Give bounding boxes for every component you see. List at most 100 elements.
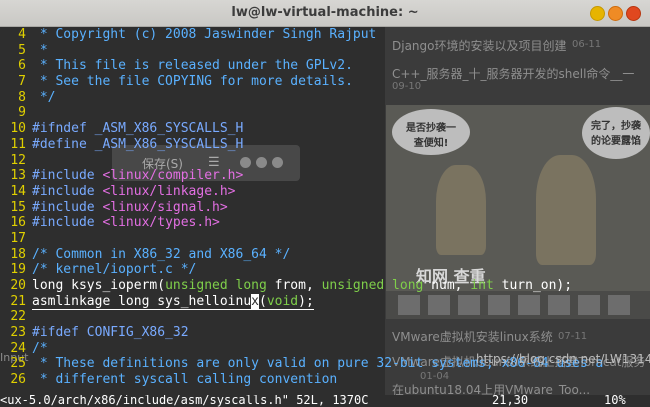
close-icon[interactable] [626, 6, 641, 21]
line-number: 21 [10, 293, 26, 309]
line-number: 24 [10, 340, 26, 356]
line-content: #ifndef _ASM_X86_SYSCALLS_H [32, 121, 243, 136]
line-number: 6 [18, 58, 26, 74]
code-token: #include [32, 183, 103, 199]
line-number: 13 [10, 168, 26, 184]
code-token: #ifndef _ASM_X86_SYSCALLS_H [32, 121, 244, 137]
code-token: #define _ASM_X86_SYSCALLS_H [32, 136, 244, 152]
code-token: /* [32, 340, 48, 356]
line-content: asmlinkage long sys_helloinux(void); [32, 293, 314, 310]
code-line[interactable]: 9 [0, 105, 650, 121]
line-number: 12 [10, 152, 26, 168]
status-file: <ux-5.0/arch/x86/include/asm/syscalls.h"… [0, 395, 369, 407]
code-line[interactable]: 19 /* kernel/ioport.c */ [0, 262, 650, 278]
status-percent: 10% [604, 395, 626, 407]
code-line[interactable]: 6 * This file is released under the GPLv… [0, 58, 650, 74]
line-number: 22 [10, 309, 26, 325]
code-token: from, [266, 278, 322, 293]
code-token: <linux/signal.h> [102, 199, 228, 215]
code-token: /* kernel/ioport.c */ [32, 262, 197, 278]
code-token: ); [298, 293, 314, 309]
line-content: /* Common in X86_32 and X86_64 */ [32, 247, 290, 262]
code-token: asmlinkage long sys_helloinu [32, 293, 252, 309]
line-content: #include <linux/linkage.h> [32, 184, 236, 199]
code-line[interactable]: 4 * Copyright (c) 2008 Jaswinder Singh R… [0, 27, 650, 43]
line-number: 15 [10, 199, 26, 215]
code-token: <linux/types.h> [102, 215, 220, 231]
code-line[interactable]: 18 /* Common in X86_32 and X86_64 */ [0, 247, 650, 263]
code-line[interactable]: 17 [0, 231, 650, 247]
status-cursor-position: 21,30 [492, 395, 529, 407]
code-token: <linux/compiler.h> [102, 168, 244, 184]
line-number: 17 [10, 230, 26, 246]
code-token: */ [32, 89, 56, 105]
code-line[interactable]: 10 #ifndef _ASM_X86_SYSCALLS_H [0, 121, 650, 137]
code-token: unsigned long [321, 278, 424, 293]
code-token: #ifdef CONFIG_X86_32 [32, 325, 189, 341]
line-content: * Copyright (c) 2008 Jaswinder Singh Raj… [32, 27, 377, 42]
code-token: #include [32, 215, 103, 231]
line-number: 20 [10, 278, 26, 293]
line-number: 7 [18, 74, 26, 90]
code-token: * different syscall calling convention [32, 372, 338, 388]
code-token: * See the file COPYING for more details. [32, 74, 353, 90]
maximize-icon[interactable] [608, 6, 623, 21]
line-number: 14 [10, 183, 26, 199]
line-content: #include <linux/signal.h> [32, 200, 228, 215]
vim-code-view[interactable]: 4 * Copyright (c) 2008 Jaswinder Singh R… [0, 27, 650, 388]
code-token: long ksys_ioperm( [32, 278, 166, 293]
code-line[interactable]: 7 * See the file COPYING for more detail… [0, 74, 650, 90]
code-token: /* Common in X86_32 and X86_64 */ [32, 246, 291, 262]
code-token: #include [32, 199, 103, 215]
line-content: */ [32, 89, 56, 105]
line-number: 10 [10, 121, 26, 137]
code-token: void [266, 293, 299, 309]
code-token: num, [423, 278, 471, 293]
code-token: <linux/linkage.h> [102, 183, 236, 199]
code-token: * Copyright (c) 2008 Jaswinder Singh Raj… [32, 27, 377, 42]
code-line[interactable]: 23 #ifdef CONFIG_X86_32 [0, 325, 650, 341]
line-content: #include <linux/types.h> [32, 215, 220, 230]
code-token: int [470, 278, 494, 293]
line-content: /* [32, 341, 48, 356]
line-content: /* kernel/ioport.c */ [32, 262, 196, 277]
code-line[interactable]: 15 #include <linux/signal.h> [0, 200, 650, 216]
code-line[interactable]: 11 #define _ASM_X86_SYSCALLS_H [0, 137, 650, 153]
line-number: 9 [18, 105, 26, 121]
code-line[interactable]: 26 * different syscall calling conventio… [0, 372, 650, 388]
code-line[interactable]: 12 [0, 153, 650, 169]
code-line[interactable]: 21 asmlinkage long sys_helloinux(void); [0, 293, 650, 310]
code-line[interactable]: 20 long ksys_ioperm(unsigned long from, u… [0, 278, 650, 294]
code-token: ( [258, 293, 267, 309]
line-number: 18 [10, 246, 26, 262]
code-token: unsigned long [165, 278, 267, 293]
code-line[interactable]: 5 * [0, 43, 650, 59]
window-titlebar[interactable]: lw@lw-virtual-machine: ~ [0, 0, 650, 27]
minimize-icon[interactable] [590, 6, 605, 21]
code-token: turn_on); [493, 278, 573, 293]
line-content: * This file is released under the GPLv2. [32, 58, 353, 73]
line-content: long ksys_ioperm(unsigned long from, uns… [32, 278, 572, 293]
line-content: #ifdef CONFIG_X86_32 [32, 325, 189, 340]
code-token: #include [32, 168, 103, 184]
line-number: 23 [10, 325, 26, 341]
code-line[interactable]: 13 #include <linux/compiler.h> [0, 168, 650, 184]
watermark: https://blog.csdn.net/LW1314151 [476, 352, 650, 366]
line-content: * See the file COPYING for more details. [32, 74, 353, 89]
vim-statusline: <ux-5.0/arch/x86/include/asm/syscalls.h"… [0, 395, 650, 407]
window-title: lw@lw-virtual-machine: ~ [231, 5, 419, 20]
code-line[interactable]: 8 */ [0, 90, 650, 106]
code-line[interactable]: 16 #include <linux/types.h> [0, 215, 650, 231]
code-line[interactable]: 14 #include <linux/linkage.h> [0, 184, 650, 200]
code-token: * [32, 42, 48, 58]
line-content: #define _ASM_X86_SYSCALLS_H [32, 137, 243, 152]
code-token: * This file is released under the GPLv2. [32, 58, 353, 74]
line-number: 4 [18, 27, 26, 42]
terminal-area[interactable]: Django环境的安装以及项目创建 06-11 C++_服务器_十_服务器开发的… [0, 27, 650, 395]
line-number: 5 [18, 42, 26, 58]
line-number: 26 [10, 372, 26, 388]
line-content: * different syscall calling convention [32, 372, 337, 387]
line-number: 16 [10, 215, 26, 231]
text-cursor: x [251, 293, 259, 309]
code-line[interactable]: 22 [0, 309, 650, 325]
